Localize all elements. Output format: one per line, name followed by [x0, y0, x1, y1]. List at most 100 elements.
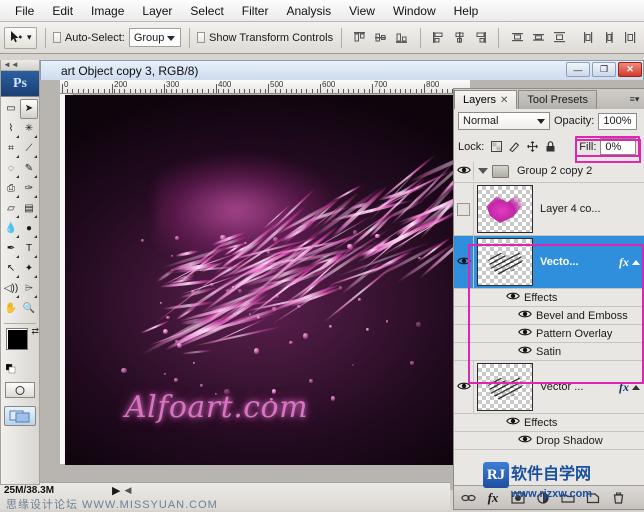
blur-tool[interactable]: 💧 — [2, 219, 20, 239]
layer-thumbnail[interactable] — [474, 236, 536, 288]
dodge-tool[interactable]: ● — [20, 219, 38, 239]
menu-item-select[interactable]: Select — [181, 2, 232, 20]
align-left-edges-icon[interactable] — [428, 28, 448, 48]
distribute-left-edges-icon[interactable] — [578, 28, 598, 48]
gradient-tool[interactable]: ▤ — [20, 199, 38, 219]
effects-header-row[interactable]: Effects — [454, 414, 644, 432]
default-colors-icon[interactable] — [6, 364, 16, 374]
chevron-down-icon[interactable] — [478, 168, 488, 174]
align-top-edges-icon[interactable] — [350, 28, 370, 48]
restore-button[interactable]: ❐ — [592, 62, 616, 77]
eye-visible-icon[interactable] — [518, 434, 532, 447]
distribute-bottom-edges-icon[interactable] — [549, 28, 569, 48]
lasso-tool[interactable]: ⌇ — [2, 119, 20, 139]
effect-visibility-toggle[interactable] — [518, 327, 532, 340]
auto-select-scope-dropdown[interactable]: Group — [129, 28, 181, 47]
minimize-button[interactable]: — — [566, 62, 590, 77]
eye-visible-icon[interactable] — [506, 416, 520, 429]
layer-row[interactable]: Layer 4 co... — [454, 183, 644, 236]
close-icon[interactable]: ✕ — [500, 95, 508, 106]
align-right-edges-icon[interactable] — [470, 28, 490, 48]
eye-visible-icon[interactable] — [506, 291, 520, 304]
magic-wand-tool[interactable]: ✳ — [20, 119, 38, 139]
status-chevron-icon[interactable]: ◀ — [124, 485, 131, 496]
expand-effects-chevron-icon[interactable] — [632, 385, 640, 390]
menu-item-image[interactable]: Image — [82, 2, 133, 20]
marquee-tool[interactable]: ▭ — [2, 99, 20, 119]
distribute-top-edges-icon[interactable] — [507, 28, 527, 48]
custom-shape-tool[interactable]: ✦ — [20, 259, 38, 279]
align-horizontal-centers-icon[interactable] — [449, 28, 469, 48]
layer-row[interactable]: Vector ...fx — [454, 361, 644, 414]
zoom-tool[interactable]: 🔍 — [20, 299, 38, 319]
layer-effects-fx-icon[interactable]: fx — [616, 380, 632, 395]
menu-item-view[interactable]: View — [340, 2, 384, 20]
audio-annotation-tool[interactable]: ◁)) — [2, 279, 20, 299]
layer-thumbnail[interactable] — [474, 361, 536, 413]
auto-select-checkbox[interactable] — [53, 32, 61, 43]
menu-item-file[interactable]: File — [6, 2, 43, 20]
hand-tool[interactable]: ✋ — [2, 299, 20, 319]
opacity-field[interactable]: 100% — [598, 113, 636, 130]
eye-visible-icon[interactable] — [518, 327, 532, 340]
history-brush-tool[interactable]: ✑ — [20, 179, 38, 199]
layer-effect-row[interactable]: Bevel and Emboss — [454, 307, 644, 325]
lock-image-pixels-icon[interactable] — [508, 140, 521, 153]
tab-tool-presets[interactable]: Tool Presets — [518, 90, 597, 109]
effect-visibility-toggle[interactable] — [506, 291, 520, 304]
clone-stamp-tool[interactable]: ⎙ — [2, 179, 20, 199]
effect-visibility-toggle[interactable] — [518, 309, 532, 322]
brush-tool[interactable]: ✎ — [20, 159, 38, 179]
layer-thumbnail[interactable] — [474, 183, 536, 235]
layer-visibility-toggle[interactable] — [454, 183, 474, 235]
horizontal-ruler[interactable]: 0200300400500600700800 — [60, 80, 470, 94]
eye-visible-icon[interactable] — [518, 345, 532, 358]
menu-item-layer[interactable]: Layer — [133, 2, 181, 20]
layer-effects-fx-icon[interactable]: fx — [616, 255, 632, 270]
delete-layer-icon[interactable] — [610, 490, 626, 506]
lock-all-icon[interactable] — [544, 140, 557, 153]
panel-menu-icon[interactable]: ≡▾ — [628, 93, 641, 106]
distribute-vertical-centers-icon[interactable] — [528, 28, 548, 48]
effects-header-row[interactable]: Effects — [454, 289, 644, 307]
menu-item-edit[interactable]: Edit — [43, 2, 82, 20]
tab-layers[interactable]: Layers ✕ — [454, 90, 517, 109]
layer-effect-row[interactable]: Pattern Overlay — [454, 325, 644, 343]
screen-mode-icon[interactable] — [4, 406, 36, 426]
swap-colors-icon[interactable]: ⇄ — [31, 326, 39, 337]
blend-mode-dropdown[interactable]: Normal — [458, 112, 550, 130]
eye-visible-icon[interactable] — [457, 381, 471, 394]
align-vertical-centers-icon[interactable] — [371, 28, 391, 48]
menu-item-window[interactable]: Window — [384, 2, 445, 20]
close-button[interactable]: ✕ — [618, 62, 642, 77]
eye-visible-icon[interactable] — [457, 165, 471, 178]
layer-visibility-toggle[interactable] — [454, 361, 474, 413]
eyedropper-tool[interactable]: ⌲ — [20, 279, 38, 299]
layer-list[interactable]: Group 2 copy 2Layer 4 co...Vecto...fxEff… — [454, 160, 644, 485]
document-title-bar[interactable]: art Object copy 3, RGB/8) — ❐ ✕ — [40, 60, 644, 80]
lock-transparent-pixels-icon[interactable] — [490, 140, 503, 153]
crop-tool[interactable]: ⌗ — [2, 139, 20, 159]
menu-item-filter[interactable]: Filter — [233, 2, 278, 20]
quick-mask-icon[interactable] — [5, 382, 35, 398]
slice-tool[interactable]: ⟋ — [20, 139, 38, 159]
layer-row[interactable]: Vecto...fx — [454, 236, 644, 289]
align-bottom-edges-icon[interactable] — [392, 28, 412, 48]
toolbox-collapse-handle[interactable]: ◄◄ — [1, 60, 39, 71]
effect-visibility-toggle[interactable] — [518, 434, 532, 447]
tool-preset-picker[interactable]: ▾ — [4, 27, 37, 49]
menu-item-analysis[interactable]: Analysis — [277, 2, 340, 20]
expand-effects-chevron-icon[interactable] — [632, 260, 640, 265]
distribute-right-edges-icon[interactable] — [620, 28, 640, 48]
link-layers-icon[interactable] — [460, 490, 476, 506]
type-tool[interactable]: T — [20, 239, 38, 259]
eye-visible-icon[interactable] — [457, 256, 471, 269]
layer-effect-row[interactable]: Drop Shadow — [454, 432, 644, 450]
eye-hidden-icon[interactable] — [457, 203, 470, 216]
move-tool[interactable]: ➤ — [20, 99, 38, 119]
path-selection-tool[interactable]: ↖ — [2, 259, 20, 279]
layer-visibility-toggle[interactable] — [454, 162, 474, 180]
eye-visible-icon[interactable] — [518, 309, 532, 322]
eraser-tool[interactable]: ▱ — [2, 199, 20, 219]
lock-position-icon[interactable] — [526, 140, 539, 153]
